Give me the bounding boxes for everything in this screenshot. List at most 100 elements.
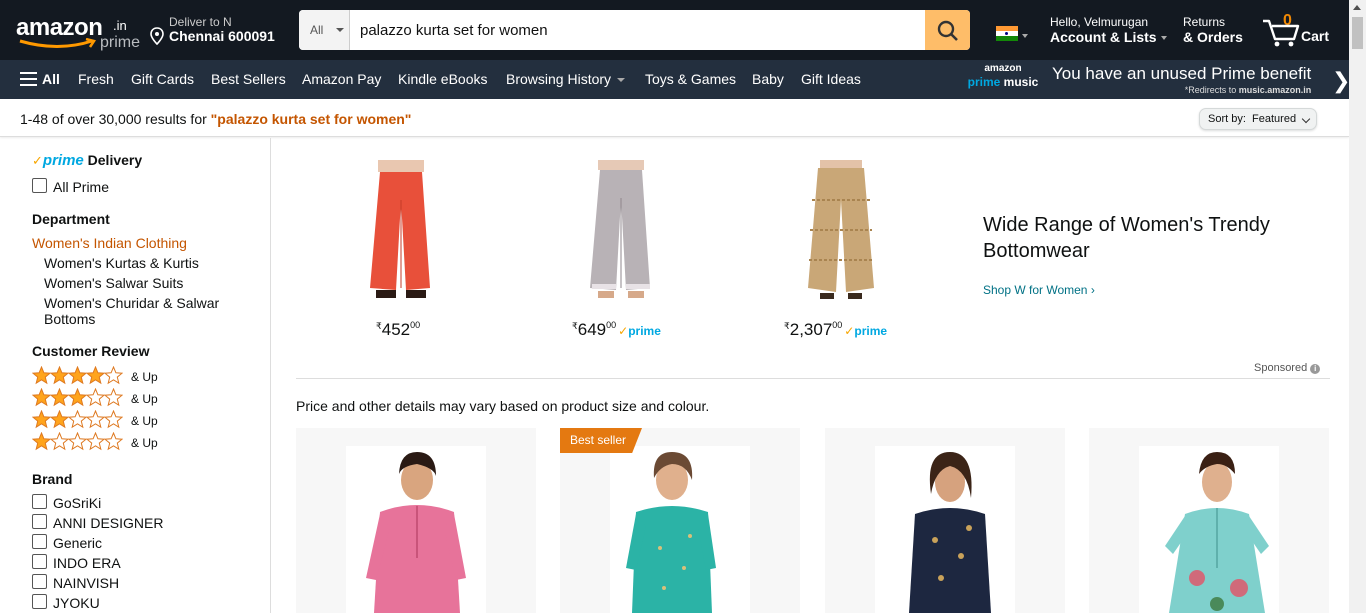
star-empty-icon	[68, 410, 87, 429]
prime-delivery-heading: ✓prime Delivery	[32, 152, 142, 169]
brand-checkbox[interactable]	[32, 514, 47, 529]
section-divider	[296, 378, 1330, 379]
results-bar: 1-48 of over 30,000 results for "palazzo…	[0, 99, 1349, 137]
promo-redirect-prefix: *Redirects to	[1184, 85, 1239, 95]
nav-kindle-ebooks[interactable]: Kindle eBooks	[398, 71, 488, 87]
brand-label[interactable]: ANNI DESIGNER	[53, 515, 163, 531]
prime-promo-banner[interactable]: You have an unused Prime benefit *Redire…	[1052, 64, 1311, 95]
sort-label: Sort by:	[1208, 113, 1246, 125]
search-input[interactable]	[350, 10, 925, 50]
star-empty-icon	[104, 410, 123, 429]
scrollbar-thumb[interactable]	[1352, 17, 1363, 49]
chevron-right-icon[interactable]: ❯	[1332, 68, 1350, 94]
star-filled-icon	[32, 388, 51, 407]
info-icon: i	[1310, 364, 1321, 374]
nav-amazon-pay[interactable]: Amazon Pay	[302, 71, 381, 87]
nav-all[interactable]: All	[42, 71, 60, 87]
rating-3-stars[interactable]	[32, 388, 128, 408]
star-filled-icon	[68, 388, 87, 407]
rating-2-stars[interactable]	[32, 410, 128, 430]
prime-check-icon: ✓	[32, 153, 43, 168]
all-prime-checkbox[interactable]	[32, 178, 47, 193]
deliver-line1: Deliver to N	[169, 15, 232, 29]
sponsored-price: ₹45200	[376, 320, 421, 339]
brand-checkbox[interactable]	[32, 494, 47, 509]
brand-checkbox[interactable]	[32, 554, 47, 569]
prime-badge: ✓prime	[618, 324, 661, 338]
nav-gift-ideas[interactable]: Gift Ideas	[801, 71, 861, 87]
brand-label[interactable]: GoSriKi	[53, 495, 101, 511]
sponsored-title[interactable]: Wide Range of Women's Trendy Bottomwear	[983, 212, 1313, 264]
shop-brand-link[interactable]: Shop W for Women ›	[983, 283, 1095, 297]
rating-up-label[interactable]: & Up	[131, 392, 158, 406]
sponsored-product-image[interactable]	[796, 160, 886, 306]
prime-badge: ✓prime	[844, 324, 888, 338]
prime-music-logo[interactable]: amazon prime music	[964, 63, 1042, 95]
product-card[interactable]	[296, 428, 536, 613]
search-category-dropdown[interactable]: All	[299, 10, 350, 50]
location-pin-icon	[150, 27, 164, 45]
cart-icon	[1263, 19, 1300, 47]
prime-word: prime	[42, 152, 84, 169]
returns-label: Returns	[1183, 15, 1226, 29]
india-flag-icon[interactable]	[996, 26, 1018, 41]
product-card[interactable]	[560, 428, 800, 613]
page-scrollbar[interactable]	[1349, 0, 1366, 613]
sort-dropdown[interactable]: Sort by: Featured	[1199, 108, 1317, 130]
brand-checkbox[interactable]	[32, 594, 47, 609]
star-empty-icon	[68, 432, 87, 451]
sponsored-price: ₹64900 ✓prime	[572, 320, 661, 339]
nav-toys-games[interactable]: Toys & Games	[645, 71, 736, 87]
returns-and-orders[interactable]: Returns & Orders	[1183, 15, 1243, 45]
nav-fresh[interactable]: Fresh	[78, 71, 114, 87]
brand-checkbox[interactable]	[32, 574, 47, 589]
rating-up-label[interactable]: & Up	[131, 414, 158, 428]
star-filled-icon	[50, 410, 69, 429]
star-filled-icon	[68, 366, 87, 385]
sponsored-label[interactable]: Sponsored i	[1254, 362, 1321, 374]
all-prime-label[interactable]: All Prime	[53, 179, 109, 195]
nav-baby[interactable]: Baby	[752, 71, 784, 87]
scroll-up-icon[interactable]	[1353, 5, 1361, 10]
nav-browsing-history[interactable]: Browsing History	[506, 71, 626, 87]
brand-label[interactable]: NAINVISH	[53, 575, 119, 591]
product-card[interactable]	[1089, 428, 1329, 613]
logo-tld: .in	[113, 18, 127, 33]
sponsored-price: ₹2,30700 ✓prime	[784, 320, 888, 339]
nav-best-sellers[interactable]: Best Sellers	[211, 71, 286, 87]
top-nav: amazon .in prime Deliver to N Chennai 60…	[0, 0, 1366, 60]
search-button[interactable]	[925, 10, 970, 50]
department-selected[interactable]: Women's Indian Clothing	[32, 235, 187, 251]
department-heading: Department	[32, 211, 110, 227]
star-filled-icon	[32, 410, 51, 429]
amazon-logo[interactable]: amazon .in prime	[16, 14, 140, 54]
rating-up-label[interactable]: & Up	[131, 370, 158, 384]
rating-4-stars[interactable]	[32, 366, 128, 386]
rating-up-label[interactable]: & Up	[131, 436, 158, 450]
nav-gift-cards[interactable]: Gift Cards	[131, 71, 194, 87]
brand-checkbox[interactable]	[32, 534, 47, 549]
department-item[interactable]: Women's Kurtas & Kurtis	[44, 255, 199, 271]
filter-sidebar: ✓prime Delivery All Prime Department Wom…	[0, 138, 271, 613]
chevron-down-icon	[617, 78, 626, 82]
palazzo-pants-image	[590, 160, 650, 298]
department-item[interactable]: Bottoms	[44, 311, 95, 327]
cart-button[interactable]: 0 Cart	[1262, 12, 1334, 48]
search-category-label: All	[310, 23, 324, 37]
star-empty-icon	[86, 432, 105, 451]
chevron-right-icon: ›	[1090, 283, 1095, 297]
brand-label[interactable]: INDO ERA	[53, 555, 121, 571]
sponsored-product-image[interactable]	[356, 160, 446, 306]
kurta-model-image	[875, 446, 1015, 613]
account-and-lists[interactable]: Hello, Velmurugan Account & Lists	[1050, 15, 1167, 45]
rating-1-stars[interactable]	[32, 432, 128, 452]
brand-label[interactable]: Generic	[53, 535, 102, 551]
star-empty-icon	[104, 432, 123, 451]
hamburger-menu-icon[interactable]	[20, 72, 37, 86]
department-item[interactable]: Women's Salwar Suits	[44, 275, 183, 291]
brand-label[interactable]: JYOKU	[53, 595, 100, 611]
product-card[interactable]	[825, 428, 1065, 613]
cart-label: Cart	[1301, 28, 1330, 44]
sponsored-product-image[interactable]	[576, 160, 666, 306]
department-item[interactable]: Women's Churidar & Salwar	[44, 295, 219, 311]
